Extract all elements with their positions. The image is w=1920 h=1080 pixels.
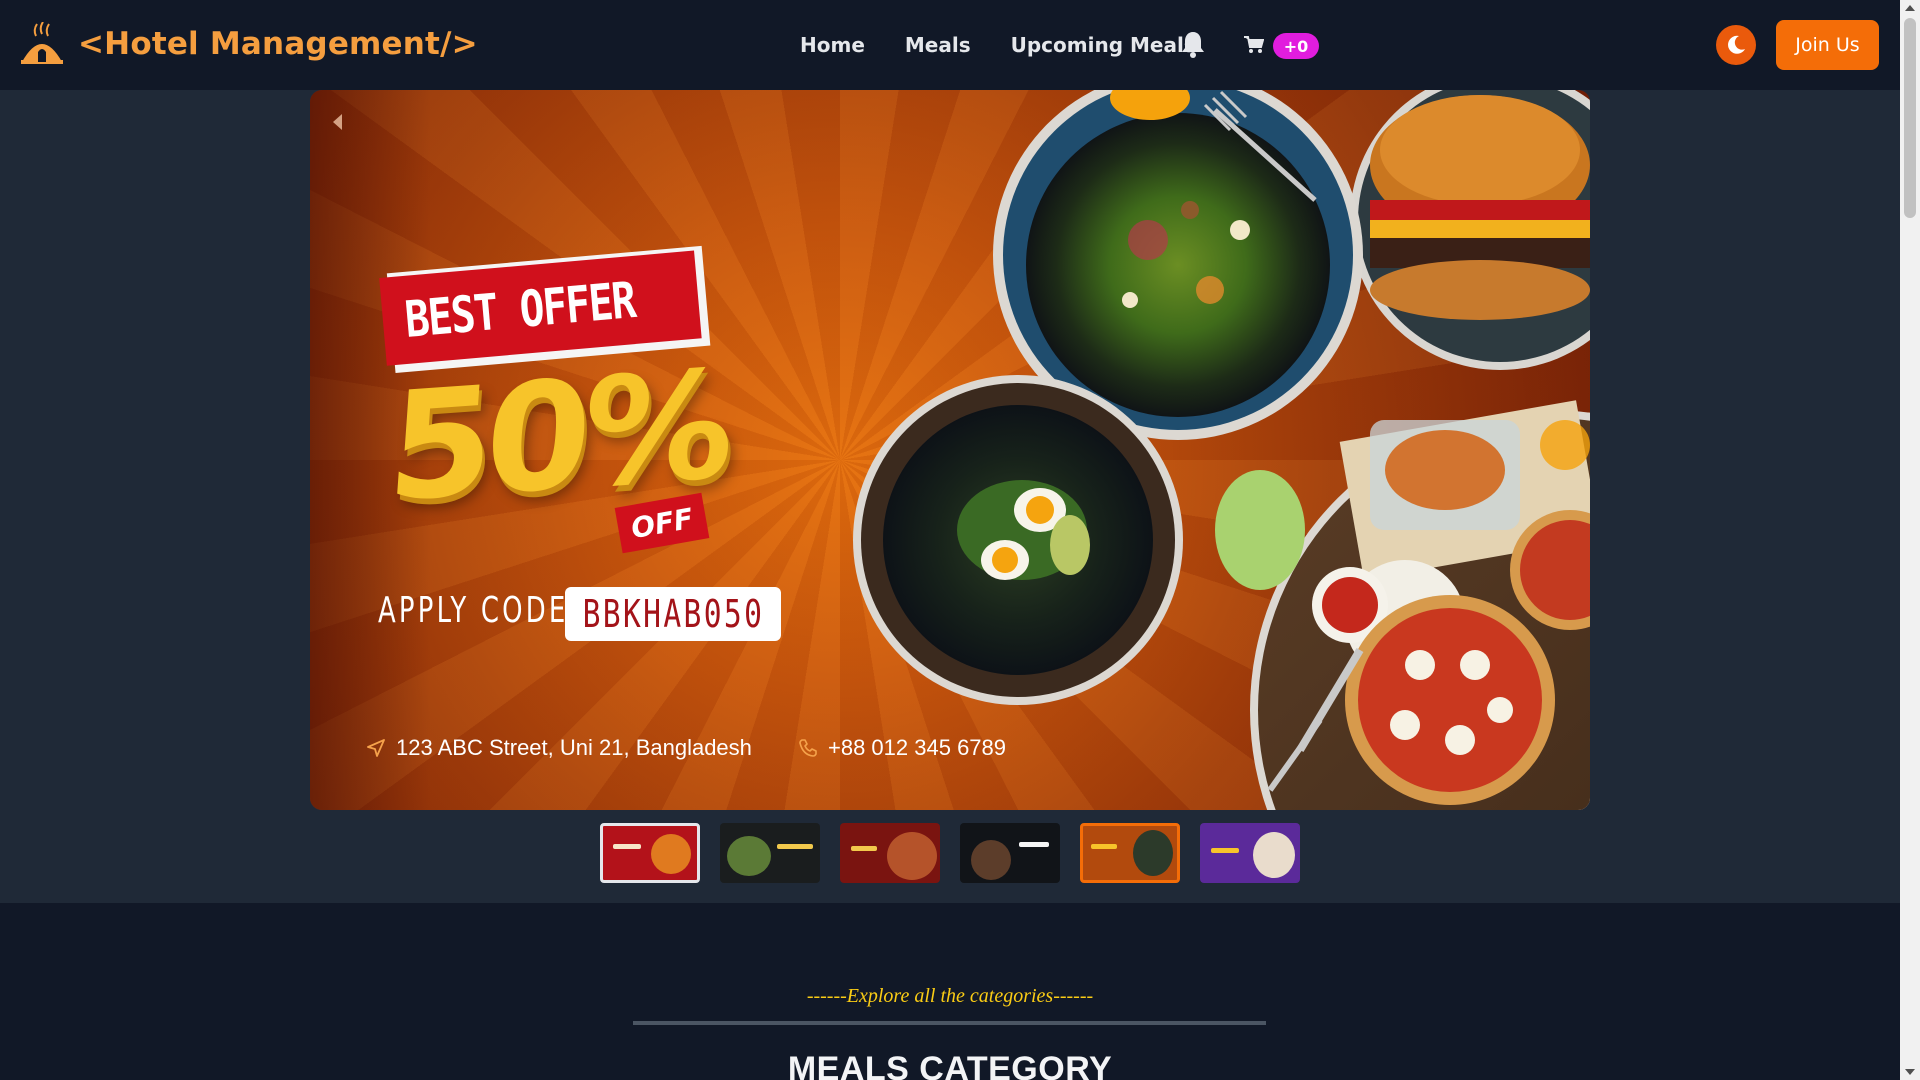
nav-home[interactable]: Home xyxy=(800,33,865,57)
brand[interactable]: <Hotel Management/> xyxy=(18,22,478,66)
thumbnail-2[interactable] xyxy=(720,823,820,883)
address-text: 123 ABC Street, Uni 21, Bangladesh xyxy=(396,735,752,760)
section-tagline: ------Explore all the categories------ xyxy=(806,985,1094,1007)
thumbnail-3[interactable] xyxy=(840,823,940,883)
phone-line: +88 012 345 6789 xyxy=(798,735,1006,761)
moon-icon xyxy=(1728,35,1745,54)
hero-carousel: BEST OFFER 50% OFF APPLY CODE BBKHAB050 … xyxy=(0,90,1900,903)
scroll-down-arrow-icon[interactable] xyxy=(1905,1069,1915,1075)
thumbnail-4[interactable] xyxy=(960,823,1060,883)
off-label: OFF xyxy=(628,501,696,545)
thumbnail-bar xyxy=(613,844,641,849)
main-nav: Home Meals Upcoming Meals xyxy=(800,33,1196,57)
thumbnail-6[interactable] xyxy=(1200,823,1300,883)
thumbnail-1[interactable] xyxy=(600,823,700,883)
hotel-logo-icon xyxy=(21,22,63,64)
thumbnail-dish xyxy=(887,832,937,880)
carousel-thumbnails xyxy=(600,823,1300,883)
prev-slide-arrow-icon[interactable] xyxy=(330,112,344,132)
location-arrow-icon xyxy=(367,739,385,757)
section-divider xyxy=(633,1021,1266,1025)
thumbnail-bar xyxy=(1091,844,1117,849)
scroll-up-arrow-icon[interactable] xyxy=(1905,5,1915,11)
thumbnail-5[interactable] xyxy=(1080,823,1180,883)
thumbnail-bar xyxy=(851,846,877,851)
join-us-button[interactable]: Join Us xyxy=(1776,20,1879,70)
bell-icon[interactable] xyxy=(1180,30,1206,58)
thumbnail-bar xyxy=(1019,842,1049,847)
page-scrollbar[interactable] xyxy=(1900,0,1920,1080)
address-line: 123 ABC Street, Uni 21, Bangladesh xyxy=(366,735,752,761)
section-title: MEALS CATEGORY xyxy=(787,1050,1113,1080)
scroll-thumb[interactable] xyxy=(1904,18,1916,218)
thumbnail-dish xyxy=(971,840,1011,880)
promo-code-box: BBKHAB050 xyxy=(565,587,781,641)
nav-upcoming-meals[interactable]: Upcoming Meals xyxy=(1011,33,1196,57)
apply-code-label: APPLY CODE xyxy=(378,590,569,631)
thumbnail-dish xyxy=(651,834,691,874)
cart-count-badge[interactable]: +0 xyxy=(1273,33,1319,59)
brand-name: <Hotel Management/> xyxy=(78,26,478,62)
thumbnail-dish xyxy=(1253,832,1295,878)
best-offer-headline: BEST OFFER xyxy=(402,271,638,349)
thumbnail-dish xyxy=(1133,830,1173,876)
nav-meals[interactable]: Meals xyxy=(905,33,971,57)
theme-toggle-button[interactable] xyxy=(1716,25,1756,65)
carousel-slide: BEST OFFER 50% OFF APPLY CODE BBKHAB050 … xyxy=(310,90,1590,810)
cart-icon[interactable] xyxy=(1244,35,1264,55)
navbar: <Hotel Management/> Home Meals Upcoming … xyxy=(0,0,1900,90)
thumbnail-dish xyxy=(727,836,771,876)
thumbnail-bar xyxy=(777,844,813,849)
thumbnail-bar xyxy=(1211,848,1239,853)
phone-icon xyxy=(799,739,817,757)
promo-code: BBKHAB050 xyxy=(582,592,764,636)
phone-text: +88 012 345 6789 xyxy=(828,735,1007,760)
